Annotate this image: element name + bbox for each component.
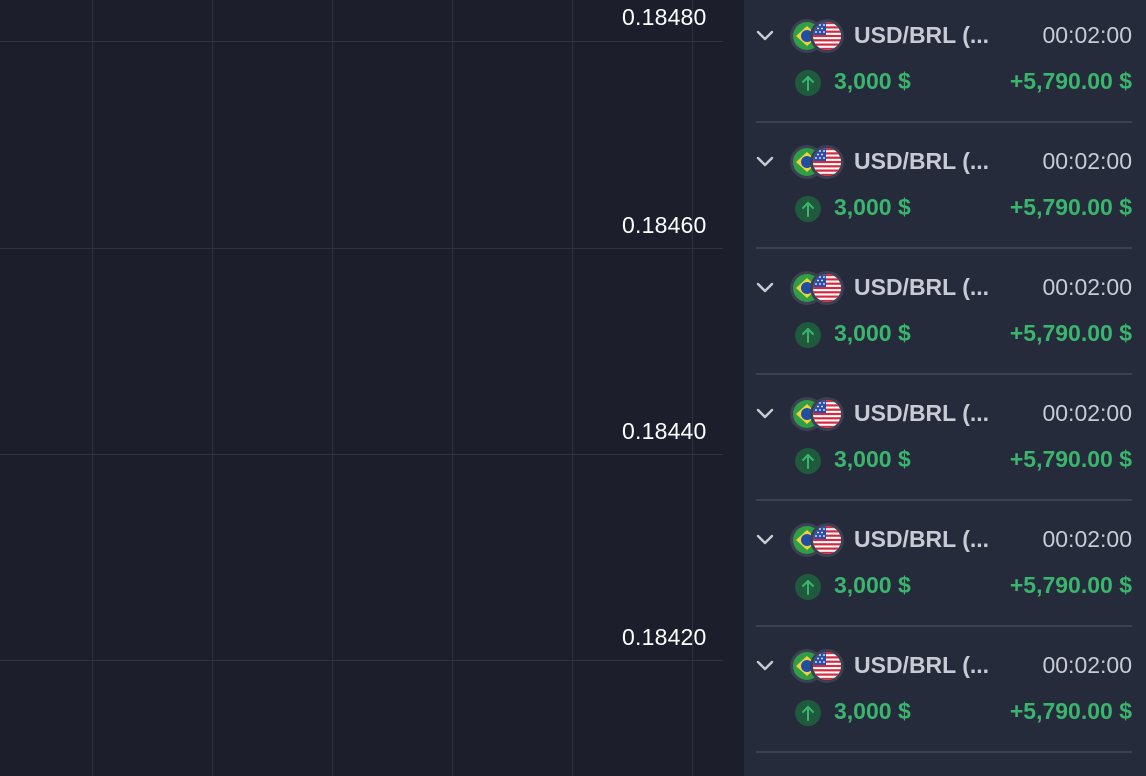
trade-amount: 3,000 $ [834, 698, 911, 724]
currency-pair-flags [790, 271, 846, 305]
divider [756, 499, 1132, 501]
trade-amount: 3,000 $ [834, 320, 911, 346]
divider [756, 751, 1132, 753]
chevron-down-icon[interactable] [756, 657, 774, 675]
trade-duration: 00:02:00 [1042, 652, 1132, 678]
trade-amount: 3,000 $ [834, 68, 911, 94]
divider [756, 121, 1132, 123]
chevron-down-icon[interactable] [756, 531, 774, 549]
horizontal-gridline [0, 41, 723, 42]
arrow-up-icon [795, 448, 821, 474]
price-axis-label: 0.18460 [622, 212, 707, 238]
arrow-up-icon [795, 70, 821, 96]
arrow-up-icon [795, 574, 821, 600]
trade-amount: 3,000 $ [834, 446, 911, 472]
trade-item[interactable]: USD/BRL (... 00:02:00 3,000 $ +5,790.00 … [744, 125, 1146, 251]
trade-duration: 00:02:00 [1042, 526, 1132, 552]
price-axis-label: 0.18480 [622, 4, 707, 30]
trade-profit: +5,790.00 $ [1009, 320, 1132, 346]
trade-duration: 00:02:00 [1042, 400, 1132, 426]
chevron-down-icon[interactable] [756, 27, 774, 45]
currency-pair-flags [790, 19, 846, 53]
divider [756, 373, 1132, 375]
trade-profit: +5,790.00 $ [1009, 68, 1132, 94]
trade-item[interactable]: USD/BRL (... 00:02:00 3,000 $ +5,790.00 … [744, 503, 1146, 629]
chevron-down-icon[interactable] [756, 279, 774, 297]
arrow-up-icon [795, 322, 821, 348]
currency-pair-label: USD/BRL (... [854, 652, 990, 678]
currency-pair-flags [790, 397, 846, 431]
horizontal-gridline [0, 454, 723, 455]
horizontal-gridline [0, 660, 723, 661]
trade-profit: +5,790.00 $ [1009, 572, 1132, 598]
arrow-up-icon [795, 700, 821, 726]
trade-amount: 3,000 $ [834, 572, 911, 598]
trades-panel: USD/BRL (... 00:02:00 3,000 $ +5,790.00 … [744, 0, 1146, 776]
currency-pair-label: USD/BRL (... [854, 274, 990, 300]
usa-flag-icon [810, 19, 844, 53]
price-axis-label: 0.18420 [622, 624, 707, 650]
divider [756, 247, 1132, 249]
trade-item[interactable]: USD/BRL (... 00:02:00 3,000 $ +5,790.00 … [744, 629, 1146, 755]
usa-flag-icon [810, 271, 844, 305]
horizontal-gridline [0, 248, 723, 249]
trade-item[interactable]: USD/BRL (... 00:02:00 3,000 $ +5,790.00 … [744, 251, 1146, 377]
usa-flag-icon [810, 523, 844, 557]
usa-flag-icon [810, 145, 844, 179]
price-axis-label: 0.18440 [622, 418, 707, 444]
trade-item[interactable]: USD/BRL (... 00:02:00 3,000 $ +5,790.00 … [744, 377, 1146, 503]
currency-pair-flags [790, 523, 846, 557]
trade-duration: 00:02:00 [1042, 274, 1132, 300]
trade-amount: 3,000 $ [834, 194, 911, 220]
usa-flag-icon [810, 649, 844, 683]
trade-duration: 00:02:00 [1042, 148, 1132, 174]
trade-duration: 00:02:00 [1042, 22, 1132, 48]
trade-profit: +5,790.00 $ [1009, 446, 1132, 472]
trade-profit: +5,790.00 $ [1009, 194, 1132, 220]
currency-pair-flags [790, 649, 846, 683]
trade-profit: +5,790.00 $ [1009, 698, 1132, 724]
currency-pair-flags [790, 145, 846, 179]
usa-flag-icon [810, 397, 844, 431]
trade-item[interactable]: USD/BRL (... 00:02:00 3,000 $ +5,790.00 … [744, 0, 1146, 125]
currency-pair-label: USD/BRL (... [854, 526, 990, 552]
currency-pair-label: USD/BRL (... [854, 400, 990, 426]
arrow-up-icon [795, 196, 821, 222]
chevron-down-icon[interactable] [756, 153, 774, 171]
chevron-down-icon[interactable] [756, 405, 774, 423]
currency-pair-label: USD/BRL (... [854, 22, 990, 48]
currency-pair-label: USD/BRL (... [854, 148, 990, 174]
price-chart[interactable]: 0.18480 0.18460 0.18440 0.18420 [0, 0, 744, 776]
divider [756, 625, 1132, 627]
